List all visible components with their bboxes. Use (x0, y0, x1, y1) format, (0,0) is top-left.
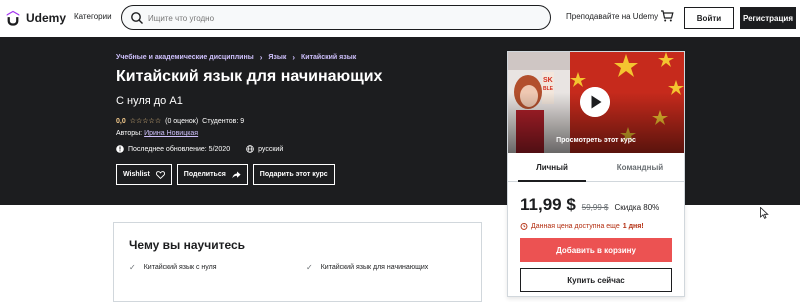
globe-icon (246, 145, 254, 153)
breadcrumb-item[interactable]: Язык (268, 54, 286, 61)
breadcrumb: Учебные и академические дисциплины › Язы… (116, 53, 356, 62)
purchase-card: SK BLE Просмотреть этот курс Личный Кома… (507, 51, 685, 297)
course-meta: Последнее обновление: 5/2020 русский (116, 145, 283, 153)
last-update: Последнее обновление: 5/2020 (128, 145, 231, 153)
course-language: русский (258, 145, 284, 153)
rating-value: 0,0 (116, 117, 126, 125)
hero-actions: Wishlist Поделиться Подарить этот курс (116, 164, 335, 185)
course-preview[interactable]: SK BLE Просмотреть этот курс (508, 52, 684, 153)
authors-row: Авторы: Ирина Новицкая (116, 130, 198, 137)
deadline-days: 1 дня! (622, 222, 644, 230)
learn-item: ✓ Китайский язык для начинающих (306, 263, 428, 272)
breadcrumb-item[interactable]: Китайский язык (301, 54, 356, 61)
check-icon: ✓ (129, 263, 136, 272)
wishlist-button[interactable]: Wishlist (116, 164, 172, 185)
tab-team[interactable]: Командный (596, 153, 684, 181)
alert-info-icon (116, 145, 124, 153)
signup-button[interactable]: Регистрация (740, 7, 796, 29)
share-label: Поделиться (183, 171, 226, 178)
rating-count[interactable]: (0 оценок) (165, 118, 198, 125)
cart-icon[interactable] (660, 9, 674, 23)
star-rating-icon: ☆☆☆☆☆ (129, 118, 162, 125)
learn-item-text: Китайский язык для начинающих (320, 264, 429, 271)
mouse-cursor-icon (760, 207, 769, 219)
preview-course-label[interactable]: Просмотреть этот курс (508, 137, 684, 144)
search-icon[interactable] (130, 11, 144, 25)
what-you-learn-box: Чему вы научитесь ✓ Китайский язык с нул… (113, 222, 482, 302)
heart-icon (155, 170, 165, 179)
check-icon: ✓ (306, 263, 313, 272)
login-button[interactable]: Войти (684, 7, 734, 29)
alarm-clock-icon (520, 222, 528, 230)
course-subtitle: С нуля до А1 (116, 95, 183, 107)
learn-item: ✓ Китайский язык с нуля (129, 263, 217, 272)
chevron-right-icon: › (259, 53, 263, 62)
share-button[interactable]: Поделиться (176, 164, 248, 185)
categories-link[interactable]: Категории (74, 12, 112, 21)
pricing-tabs: Личный Командный (508, 153, 684, 182)
current-price: 11,99 $ (520, 195, 576, 214)
search-input[interactable] (146, 9, 530, 28)
tab-personal[interactable]: Личный (508, 153, 596, 182)
learn-item-text: Китайский язык с нуля (143, 264, 217, 271)
play-icon[interactable] (580, 87, 610, 117)
share-arrow-icon (232, 171, 241, 178)
chevron-right-icon: › (292, 53, 296, 62)
search-bar[interactable] (121, 5, 551, 30)
gift-course-button[interactable]: Подарить этот курс (252, 164, 335, 185)
add-to-cart-button[interactable]: Добавить в корзину (520, 238, 672, 262)
price-deadline: Данная цена доступна еще 1 дня! (520, 222, 644, 230)
deadline-text: Данная цена доступна еще (531, 222, 620, 230)
rating-row: 0,0 ☆☆☆☆☆ (0 оценок) Студентов: 9 (116, 117, 245, 126)
discount-label: Скидка 80% (614, 203, 660, 212)
top-navigation-bar: Udemy Категории Преподавайте на Udemy Во… (0, 0, 800, 38)
udemy-logo-icon (6, 10, 20, 26)
breadcrumb-item[interactable]: Учебные и академические дисциплины (116, 54, 254, 61)
students-count: Студентов: 9 (202, 117, 245, 125)
authors-label: Авторы: (116, 130, 143, 137)
original-price: 59,99 $ (581, 203, 609, 212)
teach-on-udemy-link[interactable]: Преподавайте на Udemy (566, 12, 658, 21)
author-link[interactable]: Ирина Новицкая (144, 130, 198, 137)
price-row: 11,99 $ 59,99 $ Скидка 80% (520, 195, 659, 215)
learn-title: Чему вы научитесь (129, 238, 246, 252)
course-title: Китайский язык для начинающих (116, 68, 383, 85)
logo-text: Udemy (26, 11, 67, 25)
wishlist-label: Wishlist (123, 171, 150, 178)
buy-now-button[interactable]: Купить сейчас (520, 268, 672, 292)
udemy-logo[interactable]: Udemy (4, 8, 66, 28)
